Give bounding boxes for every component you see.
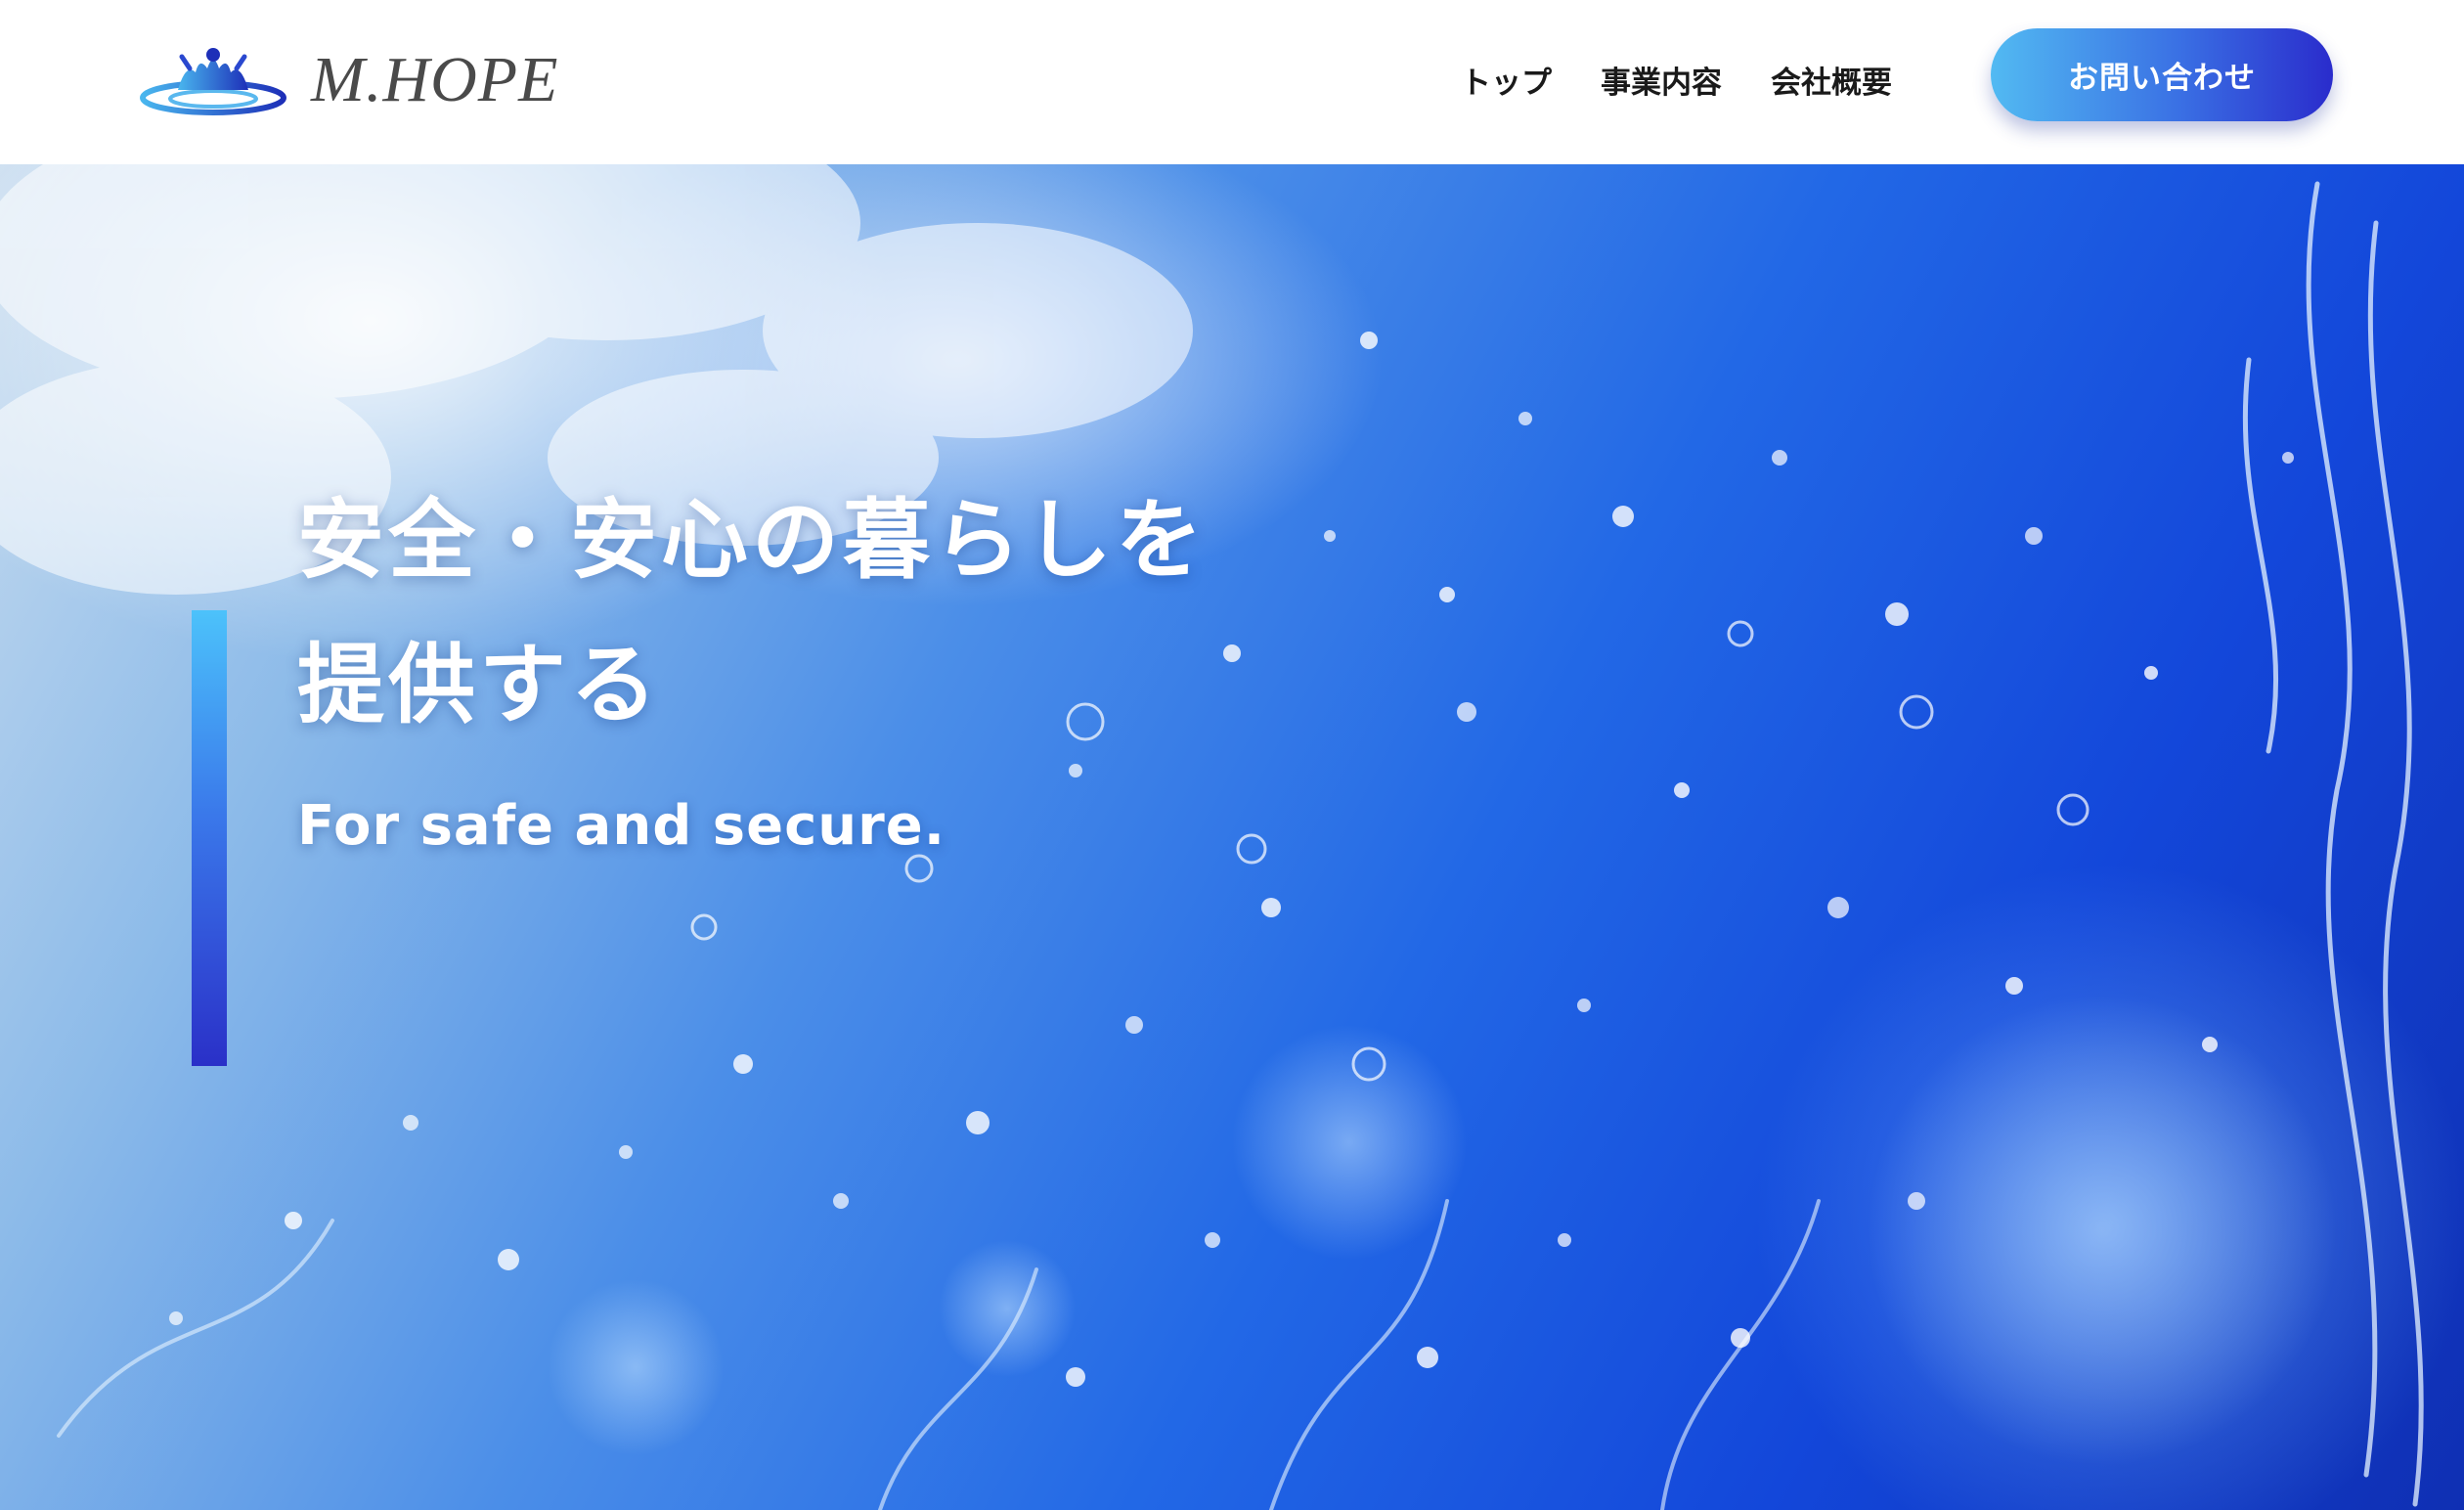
hero-section: 安全・安心の暮らしを 提供する For safe and secure. — [0, 164, 2464, 1510]
page: M.HOPE トップ 事業内容 会社概要 お問い合わせ 安全・安心の暮らしを 提… — [0, 0, 2464, 1510]
nav-item-business[interactable]: 事業内容 — [1601, 58, 1722, 102]
hero-headline-line2: 提供する — [297, 634, 661, 735]
nav-item-company[interactable]: 会社概要 — [1771, 58, 1892, 102]
hero-headline-line1: 安全・安心の暮らしを — [297, 489, 1207, 591]
logo-text: M.HOPE — [311, 44, 559, 115]
site-header: M.HOPE トップ 事業内容 会社概要 お問い合わせ — [0, 0, 2464, 164]
nav-item-top[interactable]: トップ — [1461, 58, 1552, 102]
headline-accent-bar — [192, 610, 227, 1066]
main-nav: トップ 事業内容 会社概要 — [1461, 57, 1892, 102]
hero-subline: For safe and secure. — [297, 794, 946, 858]
hero-headline: 安全・安心の暮らしを 提供する — [297, 467, 1207, 757]
contact-button[interactable]: お問い合わせ — [1991, 28, 2333, 121]
logo-mark-icon — [140, 48, 286, 115]
site-logo[interactable]: M.HOPE — [139, 43, 558, 117]
